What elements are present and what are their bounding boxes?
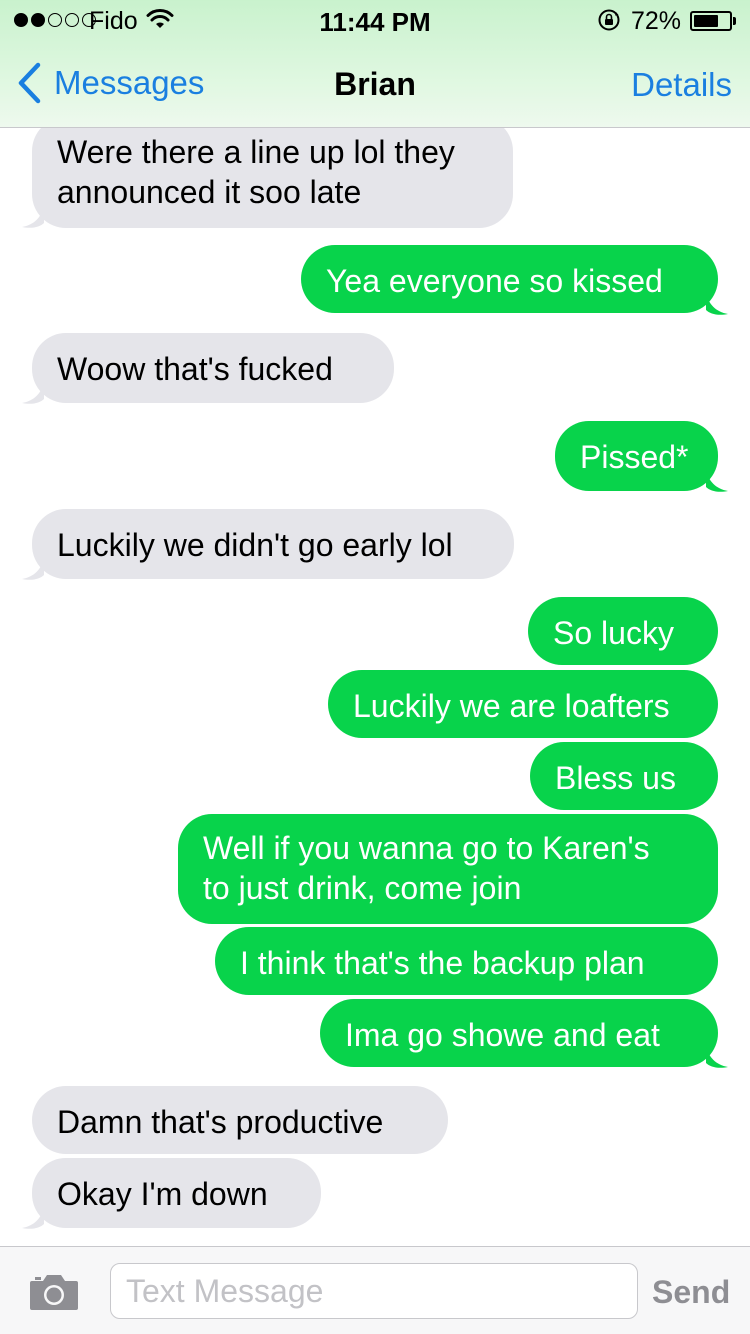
outgoing-message-bubble[interactable]: Yea everyone so kissed: [301, 245, 718, 313]
battery-icon: [690, 11, 736, 31]
status-bar: Fido 11:44 PM 72%: [0, 0, 750, 40]
incoming-message-bubble[interactable]: Okay I'm down: [32, 1158, 321, 1228]
outgoing-message-bubble[interactable]: Bless us: [530, 742, 718, 810]
send-button[interactable]: Send: [652, 1274, 730, 1311]
bubble-tail: [22, 1206, 44, 1229]
camera-icon[interactable]: [28, 1272, 80, 1312]
outgoing-message-bubble[interactable]: Luckily we are loafters: [328, 670, 718, 738]
bubble-tail: [22, 381, 44, 404]
battery-outline: [690, 11, 732, 31]
message-text: I think that's the backup plan: [215, 927, 718, 995]
navigation-header: Fido 11:44 PM 72% Messages Brian Details: [0, 0, 750, 128]
battery-level: [694, 15, 718, 27]
message-text: Luckily we are loafters: [328, 670, 718, 738]
message-text: Woow that's fucked: [32, 333, 394, 403]
bubble-tail: [706, 1045, 728, 1068]
outgoing-message-bubble[interactable]: So lucky: [528, 597, 718, 665]
message-text: Bless us: [530, 742, 718, 810]
rotation-lock-icon: [598, 9, 620, 31]
outgoing-message-bubble[interactable]: Pissed*: [555, 421, 718, 491]
message-text: Ima go showe and eat: [320, 999, 718, 1067]
message-text: Well if you wanna go to Karen's to just …: [178, 814, 718, 924]
bubble-tail: [22, 205, 44, 228]
details-button[interactable]: Details: [631, 66, 732, 104]
bubble-tail: [706, 469, 728, 492]
bubble-tail: [22, 557, 44, 580]
message-text: Okay I'm down: [32, 1158, 321, 1228]
message-text: Yea everyone so kissed: [301, 245, 718, 313]
bubble-tail: [706, 292, 728, 315]
battery-cap: [733, 17, 736, 25]
incoming-message-bubble[interactable]: Woow that's fucked: [32, 333, 394, 403]
message-text: Luckily we didn't go early lol: [32, 509, 514, 579]
message-input-bar: Send: [0, 1246, 750, 1334]
incoming-message-bubble[interactable]: Luckily we didn't go early lol: [32, 509, 514, 579]
outgoing-message-bubble[interactable]: Ima go showe and eat: [320, 999, 718, 1067]
outgoing-message-bubble[interactable]: Well if you wanna go to Karen's to just …: [178, 814, 718, 924]
incoming-message-bubble[interactable]: Damn that's productive: [32, 1086, 448, 1154]
message-text: Damn that's productive: [32, 1086, 448, 1154]
battery-percentage: 72%: [631, 7, 682, 35]
message-text: Pissed*: [555, 421, 718, 491]
text-message-input[interactable]: [110, 1263, 638, 1319]
message-text: So lucky: [528, 597, 718, 665]
incoming-message-bubble[interactable]: Were there a line up lol they announced …: [32, 117, 513, 228]
outgoing-message-bubble[interactable]: I think that's the backup plan: [215, 927, 718, 995]
message-text: Were there a line up lol they announced …: [32, 117, 513, 228]
